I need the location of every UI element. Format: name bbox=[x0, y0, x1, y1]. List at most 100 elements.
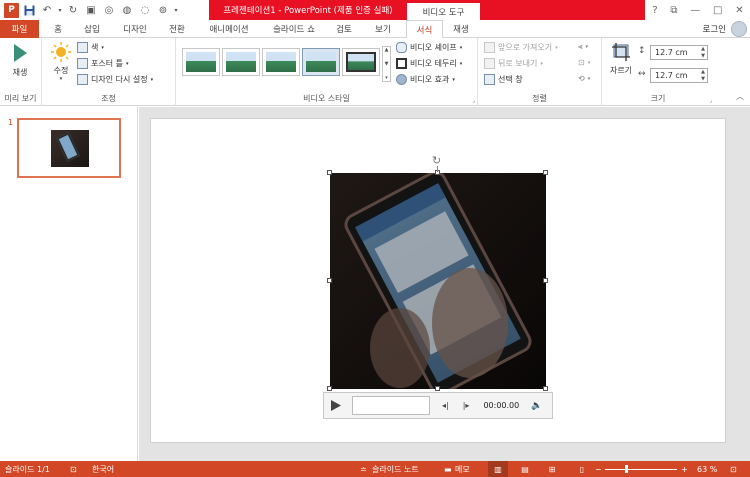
redo-icon[interactable]: ↻ bbox=[65, 2, 81, 18]
tab-playback[interactable]: 재생 bbox=[446, 20, 476, 38]
video-frame[interactable] bbox=[330, 173, 546, 389]
send-backward-button[interactable]: 뒤로 보내기 ▾ bbox=[484, 58, 543, 69]
tab-format[interactable]: 서식 bbox=[406, 20, 443, 39]
video-shape-button[interactable]: 비디오 셰이프 ▾ bbox=[396, 42, 462, 53]
powerpoint-logo-icon[interactable]: P bbox=[4, 2, 19, 18]
ribbon-display-icon[interactable]: ⧉ bbox=[670, 5, 677, 16]
timeline-bar[interactable] bbox=[352, 396, 430, 415]
notes-button[interactable]: 슬라이드 노트 bbox=[372, 461, 419, 477]
normal-view-icon[interactable]: ▥ bbox=[488, 461, 508, 477]
thumbnail-video-image bbox=[51, 130, 89, 167]
maximize-icon[interactable]: □ bbox=[713, 5, 722, 16]
language-indicator[interactable]: 한국어 bbox=[92, 461, 114, 477]
avatar[interactable] bbox=[731, 21, 747, 37]
tab-review[interactable]: 검토 bbox=[328, 20, 360, 38]
play-label: 재생 bbox=[12, 68, 28, 77]
group-icon[interactable]: ◍ bbox=[119, 2, 135, 18]
resize-handle[interactable] bbox=[327, 278, 332, 283]
width-field[interactable]: 12.7 cm ▲ ▼ bbox=[650, 68, 708, 83]
zoom-out-icon[interactable]: − bbox=[595, 461, 602, 477]
volume-icon[interactable]: 🔈 bbox=[531, 401, 542, 411]
crop-label: 자르기 bbox=[609, 66, 633, 75]
height-spinner-icon[interactable]: ▲ ▼ bbox=[701, 46, 705, 60]
tab-file[interactable]: 파일 bbox=[0, 20, 39, 38]
crop-button[interactable]: 자르기 bbox=[606, 42, 636, 76]
resize-handle[interactable] bbox=[327, 386, 332, 391]
outline-view-icon[interactable]: ▤ bbox=[518, 461, 532, 477]
tab-slideshow[interactable]: 슬라이드 쇼 bbox=[264, 20, 324, 38]
video-style-thumb[interactable] bbox=[182, 48, 220, 76]
undo-icon[interactable]: ↶ bbox=[39, 2, 55, 18]
shape-icon[interactable]: ◎ bbox=[101, 2, 117, 18]
gallery-more-icon[interactable]: ▾ bbox=[385, 75, 388, 81]
rotate-handle-icon[interactable]: ↻ bbox=[432, 155, 441, 166]
send-backward-dropdown-icon: ▾ bbox=[540, 60, 543, 67]
video-style-thumb[interactable] bbox=[222, 48, 260, 76]
customize-qat-icon[interactable]: ▾ bbox=[173, 2, 179, 18]
corrections-button[interactable]: 수정 ▾ bbox=[48, 42, 74, 82]
rotate-button[interactable]: ⟲ ▾ bbox=[578, 74, 590, 83]
color-button[interactable]: 색 ▾ bbox=[77, 42, 104, 53]
collapse-ribbon-icon[interactable]: ︿ bbox=[736, 91, 744, 102]
width-spinner-icon[interactable]: ▲ ▼ bbox=[701, 69, 705, 83]
comments-icon[interactable]: ▬ bbox=[444, 461, 452, 477]
comments-button[interactable]: 메모 bbox=[455, 461, 470, 477]
align-button[interactable]: ⫷ ▾ bbox=[578, 42, 588, 52]
bring-forward-button[interactable]: 앞으로 가져오기 ▾ bbox=[484, 42, 558, 53]
gallery-down-icon[interactable]: ▼ bbox=[385, 61, 389, 67]
tab-home[interactable]: 홈 bbox=[45, 20, 71, 38]
help-icon[interactable]: ? bbox=[652, 5, 657, 16]
slide-sorter-icon[interactable]: ⊞ bbox=[545, 461, 559, 477]
group-label-adjust: 조정 bbox=[101, 94, 116, 103]
resize-handle[interactable] bbox=[543, 278, 548, 283]
poster-frame-button[interactable]: 포스터 틀 ▾ bbox=[77, 58, 129, 69]
video-style-thumb[interactable] bbox=[342, 48, 380, 76]
video-style-thumb[interactable] bbox=[302, 48, 340, 76]
video-tools-label: 비디오 도구 bbox=[407, 0, 480, 20]
ungroup-icon[interactable]: ◌ bbox=[137, 2, 153, 18]
seek-forward-icon[interactable]: |▸ bbox=[463, 401, 470, 410]
tab-design[interactable]: 디자인 bbox=[115, 20, 155, 38]
reset-design-button[interactable]: 디자인 다시 설정 ▾ bbox=[77, 74, 153, 85]
tab-view[interactable]: 보기 bbox=[366, 20, 400, 38]
size-dialog-launcher-icon[interactable]: ⌟ bbox=[709, 97, 712, 104]
close-icon[interactable]: ✕ bbox=[735, 5, 743, 16]
resize-handle[interactable] bbox=[327, 170, 332, 175]
arrange-icon[interactable]: ⊚ bbox=[155, 2, 171, 18]
selection-pane-button[interactable]: 선택 창 bbox=[484, 74, 523, 85]
undo-dropdown-icon[interactable]: ▾ bbox=[57, 2, 63, 18]
gallery-up-icon[interactable]: ▲ bbox=[385, 47, 389, 53]
resize-handle[interactable] bbox=[543, 170, 548, 175]
group-objects-button[interactable]: ⊡ ▾ bbox=[578, 58, 590, 67]
dialog-launcher-icon[interactable]: ⌟ bbox=[472, 97, 475, 104]
spell-check-icon[interactable]: ⊡ bbox=[70, 461, 77, 477]
play-button[interactable]: 재생 bbox=[8, 43, 32, 78]
resize-handle[interactable] bbox=[543, 386, 548, 391]
tab-insert[interactable]: 삽입 bbox=[76, 20, 108, 38]
tab-animations[interactable]: 애니메이션 bbox=[200, 20, 258, 38]
video-border-button[interactable]: 비디오 테두리 ▾ bbox=[396, 58, 462, 69]
video-style-thumb[interactable] bbox=[262, 48, 300, 76]
sign-in-link[interactable]: 로그인 bbox=[703, 20, 726, 38]
video-effects-icon bbox=[396, 74, 407, 85]
save-icon[interactable] bbox=[21, 2, 37, 18]
zoom-slider[interactable] bbox=[605, 461, 677, 477]
play-pause-button[interactable] bbox=[324, 400, 348, 411]
zoom-slider-thumb[interactable] bbox=[625, 465, 629, 473]
height-icon: ↕ bbox=[638, 46, 646, 56]
reading-view-icon[interactable]: ▯ bbox=[575, 461, 589, 477]
resize-handle[interactable] bbox=[435, 386, 440, 391]
notes-icon[interactable]: ≐ bbox=[360, 461, 367, 477]
seek-back-icon[interactable]: ◂| bbox=[442, 401, 449, 410]
slide-thumbnail[interactable] bbox=[17, 118, 121, 178]
slide-number: 1 bbox=[8, 118, 14, 127]
video-effects-button[interactable]: 비디오 효과 ▾ bbox=[396, 74, 455, 85]
height-field[interactable]: 12.7 cm ▲ ▼ bbox=[650, 45, 708, 60]
zoom-level[interactable]: 63 % bbox=[697, 461, 717, 477]
fit-to-window-icon[interactable]: ⊡ bbox=[730, 461, 737, 477]
minimize-icon[interactable]: — bbox=[690, 5, 700, 16]
tab-transitions[interactable]: 전환 bbox=[160, 20, 194, 38]
gallery-scroll[interactable]: ▲ ▼ ▾ bbox=[382, 46, 391, 82]
slideshow-from-start-icon[interactable]: ▣ bbox=[83, 2, 99, 18]
zoom-in-icon[interactable]: + bbox=[681, 461, 688, 477]
